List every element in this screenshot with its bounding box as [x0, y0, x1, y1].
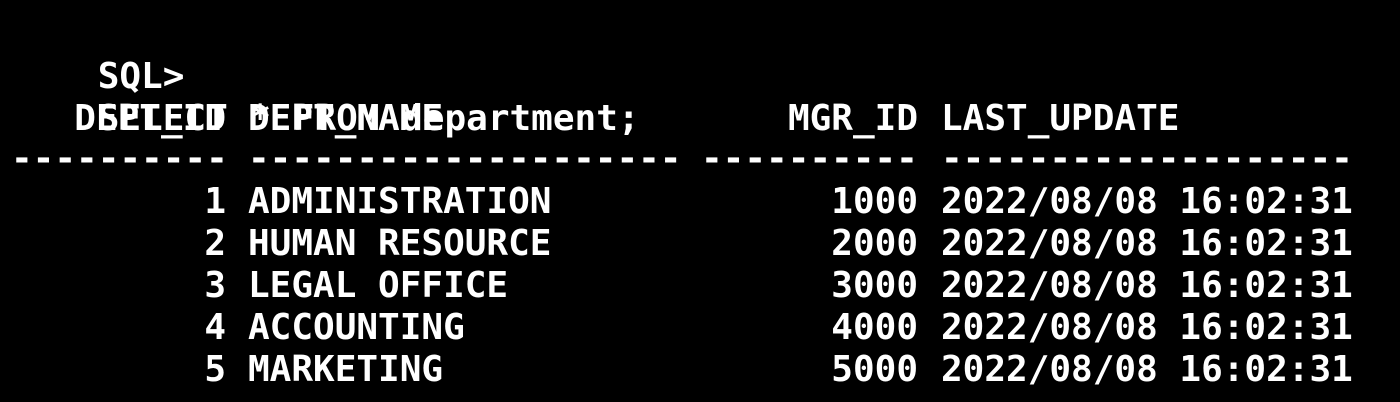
cell-last-update: 2022/08/08 16:02:31 — [941, 223, 1353, 264]
column-header-mgr-id: MGR_ID — [787, 98, 918, 139]
cell-dept-name: HUMAN RESOURCE — [248, 223, 552, 264]
column-header-dept-name: DEPT_NAME — [248, 98, 444, 139]
cell-last-update: 2022/08/08 16:02:31 — [941, 181, 1353, 222]
command-line: SQL> SELECT * FROM department; — [11, 14, 640, 139]
separator-mgr-id: ---------- — [701, 138, 918, 179]
table-row: 5 MARKETING 5000 2022/08/08 16:02:31 — [11, 349, 1391, 391]
sql-prompt: SQL> — [97, 56, 185, 97]
cell-last-update: 2022/08/08 16:02:31 — [941, 349, 1353, 390]
separator-dept-id: ---------- — [11, 138, 226, 179]
column-header-dept-id: DEPT_ID — [74, 98, 226, 139]
result-header: DEPT_ID DEPT_NAME MGR_ID LAST_UPDATE — [11, 98, 1391, 140]
cell-dept-name: ADMINISTRATION — [248, 181, 552, 222]
separator-last-update: ------------------- — [941, 138, 1353, 179]
table-row: 4 ACCOUNTING 4000 2022/08/08 16:02:31 — [11, 307, 1391, 349]
table-row: 3 LEGAL OFFICE 3000 2022/08/08 16:02:31 — [11, 265, 1391, 307]
cell-dept-id: 1 — [204, 181, 226, 222]
terminal-window[interactable]: SQL> SELECT * FROM department; DEPT_ID D… — [0, 0, 1400, 402]
result-separator: ---------- -------------------- --------… — [11, 138, 1391, 180]
cell-dept-id: 2 — [204, 223, 226, 264]
table-row: 2 HUMAN RESOURCE 2000 2022/08/08 16:02:3… — [11, 223, 1391, 265]
cell-dept-name: ACCOUNTING — [248, 307, 465, 348]
cell-mgr-id: 1000 — [831, 181, 918, 222]
table-row: 1 ADMINISTRATION 1000 2022/08/08 16:02:3… — [11, 181, 1391, 223]
cell-dept-id: 4 — [204, 307, 226, 348]
cell-mgr-id: 2000 — [831, 223, 918, 264]
cell-dept-id: 3 — [204, 265, 226, 306]
cell-dept-id: 5 — [204, 349, 226, 390]
cell-mgr-id: 4000 — [831, 307, 918, 348]
cell-last-update: 2022/08/08 16:02:31 — [941, 307, 1353, 348]
separator-dept-name: -------------------- — [248, 138, 682, 179]
column-header-last-update: LAST_UPDATE — [941, 98, 1180, 139]
cell-mgr-id: 5000 — [831, 349, 918, 390]
cell-dept-name: LEGAL OFFICE — [248, 265, 509, 306]
cell-dept-name: MARKETING — [248, 349, 444, 390]
cell-mgr-id: 3000 — [831, 265, 918, 306]
cell-last-update: 2022/08/08 16:02:31 — [941, 265, 1353, 306]
